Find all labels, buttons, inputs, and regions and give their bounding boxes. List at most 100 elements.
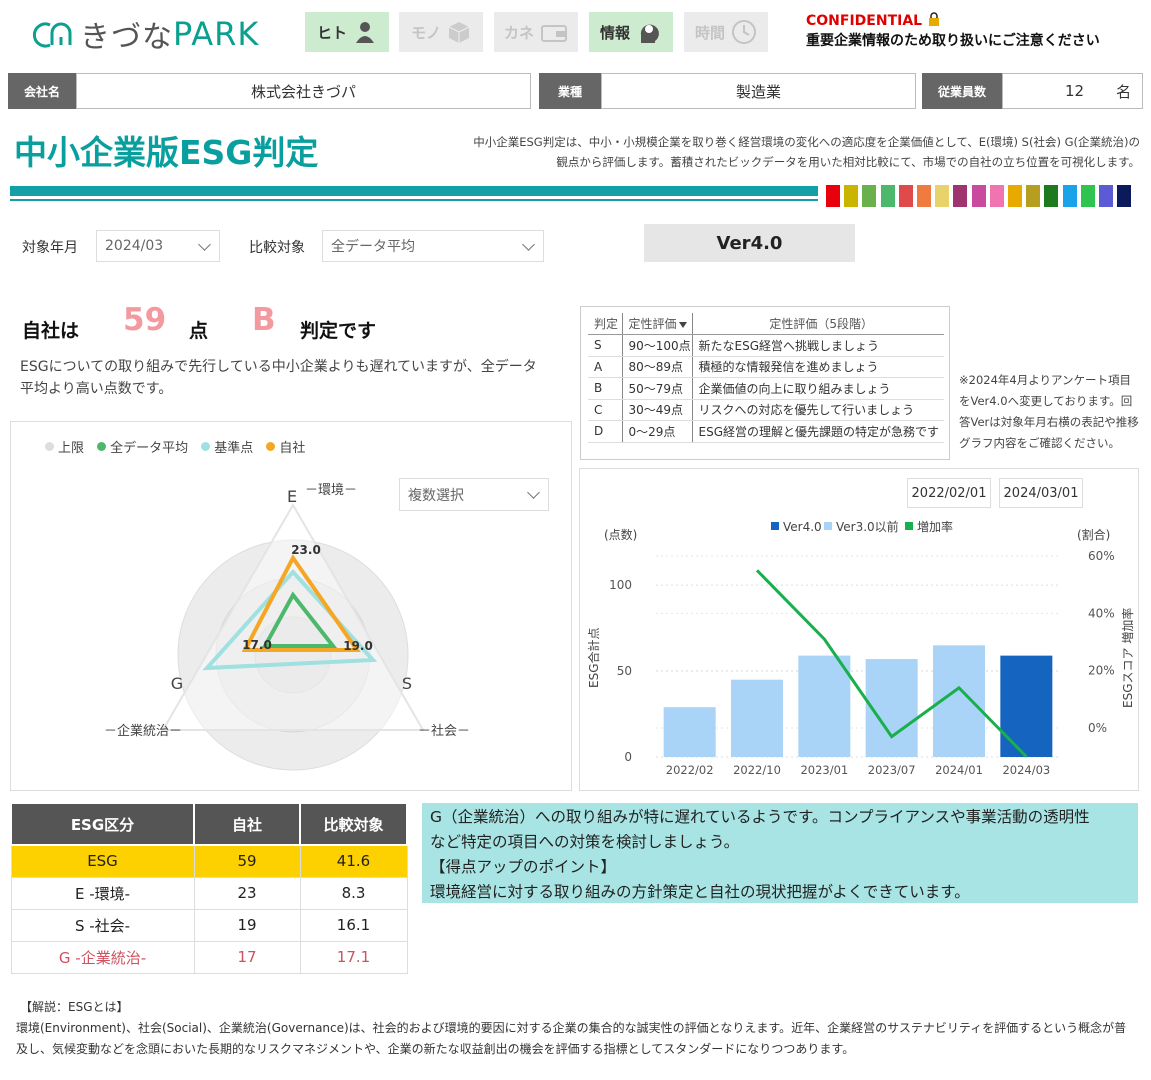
y2-tick-label: 60%: [1088, 549, 1115, 563]
logo-text-kizuna: きづな: [80, 20, 173, 55]
grade-cell: C: [588, 399, 622, 421]
score-row: ESG 59 41.6: [10, 844, 408, 878]
version-button[interactable]: Ver4.0: [644, 224, 855, 262]
result-grade: B: [252, 302, 276, 338]
compare-select[interactable]: 全データ平均: [322, 230, 544, 262]
color-swatch: [898, 185, 913, 207]
confidential-label: CONFIDENTIAL: [806, 12, 941, 29]
grade-row: D 0〜29点 ESG経営の理解と優先課題の特定が急務です: [588, 420, 944, 443]
y2-axis-ticks: 0% 20% 40% 60%: [1088, 549, 1115, 735]
nav-hito-button[interactable]: ヒト: [305, 12, 389, 52]
y-axis-ticks: 0 50 100: [609, 578, 632, 764]
nav-joho-label: 情報: [599, 23, 630, 42]
y2-axis-unit: (割合): [1077, 527, 1110, 542]
trend-chart: Ver4.0 Ver3.0以前 増加率 (点数) (割合) ESG合計点 ESG…: [586, 519, 1135, 777]
y-axis-unit: (点数): [604, 527, 637, 542]
grade-cell: 0〜29点: [621, 420, 692, 443]
industry-value: 製造業: [601, 73, 916, 109]
bar-ver3: [798, 655, 851, 757]
grade-row: B 50〜79点 企業価値の向上に取り組みましょう: [588, 377, 944, 400]
x-tick-label: 2023/07: [868, 763, 916, 777]
result-score-unit: 点: [189, 320, 209, 342]
version-note: ※2024年4月よりアンケート項目をVer4.0へ変更しております。回答Verは…: [959, 373, 1139, 450]
grade-cell: 新たなESG経営へ挑戦しましょう: [691, 334, 944, 357]
color-swatch: [1099, 185, 1113, 207]
nav-mono-button[interactable]: モノ: [399, 12, 483, 52]
advice-box: G（企業統治）への取り組みが特に遅れているようです。コンプライアンスや事業活動の…: [422, 803, 1138, 903]
color-swatch: [935, 185, 950, 207]
target-month-label: 対象年月: [22, 240, 78, 256]
date-to-input[interactable]: 2024/03/01: [999, 478, 1083, 508]
result-prefix: 自社は: [22, 320, 80, 342]
page-title: 中小企業版ESG判定: [14, 133, 319, 172]
sort-desc-icon: [678, 322, 687, 328]
radar-value-g: 17.0: [242, 638, 272, 652]
target-month-select[interactable]: 2024/03: [96, 230, 220, 262]
score-table: ESG区分 自社 比較対象 ESG 59 41.6 E -環境- 23 8.3 S -社会-…: [10, 802, 408, 974]
compare-value: 全データ平均: [331, 239, 415, 255]
score-cell: 41.6: [299, 844, 408, 878]
color-swatch: [1080, 185, 1095, 207]
app-logo[interactable]: きづな PARK: [28, 14, 260, 55]
grade-cell: A: [588, 356, 622, 378]
radar-value-s: 19.0: [343, 639, 373, 653]
bar-ver3: [663, 707, 716, 757]
date-from-input[interactable]: 2022/02/01: [907, 478, 991, 508]
score-cell: S -社会-: [10, 908, 195, 942]
color-swatch: [862, 185, 877, 207]
advice-line-1: G（企業統治）への取り組みが特に遅れているようです。コンプライアンスや事業活動の…: [430, 808, 1090, 826]
grade-cell: B: [588, 377, 622, 400]
color-swatch: [953, 185, 968, 207]
company-name-label: 会社名: [8, 73, 76, 109]
nav-mono-label: モノ: [410, 23, 441, 42]
color-swatch: [989, 185, 1004, 207]
title-underline-thin: [10, 199, 818, 201]
nav-kane-button[interactable]: カネ: [494, 12, 578, 52]
score-row: S -社会- 19 16.1: [10, 908, 408, 942]
score-row: E -環境- 23 8.3: [10, 876, 408, 910]
color-swatch: [1026, 185, 1041, 207]
color-swatch: [917, 185, 931, 207]
color-swatch: [826, 185, 840, 207]
y2-tick-label: 40%: [1088, 606, 1115, 620]
employees-label: 従業員数: [922, 73, 1002, 109]
grade-header-eval: 定性評価（5段階）: [691, 313, 944, 335]
target-month-value: 2024/03: [105, 238, 164, 254]
color-swatch: [1008, 185, 1022, 207]
clock-icon: [732, 20, 756, 44]
result-score: 59: [123, 302, 167, 338]
radar-label-social: －社会－: [418, 723, 470, 739]
grade-row: S 90〜100点 新たなESG経営へ挑戦しましょう: [588, 334, 944, 357]
radar-axis-e: E: [287, 487, 297, 506]
chevron-down-icon: [522, 238, 535, 251]
lock-icon: [928, 12, 939, 26]
grade-cell: 80〜89点: [621, 356, 692, 378]
grade-cell: 企業価値の向上に取り組みましょう: [691, 377, 944, 400]
y-tick-label: 0: [624, 750, 632, 764]
result-suffix: 判定です: [300, 320, 377, 342]
legend-swatch-ver4: [771, 522, 779, 530]
nav-joho-button[interactable]: 情報: [589, 12, 673, 52]
score-cell: ESG: [10, 844, 195, 878]
nav-jikan-button[interactable]: 時間: [684, 12, 768, 52]
nav-jikan-label: 時間: [694, 23, 725, 42]
company-name-value: 株式会社きづパ: [76, 73, 531, 109]
explain-text: 環境(Environment)、社会(Social)、企業統治(Governan…: [16, 1021, 1127, 1056]
score-header-self: 自社: [193, 802, 301, 846]
radar-value-e: 23.0: [291, 543, 321, 557]
logo-text-park: PARK: [173, 15, 260, 53]
grade-header-grade: 判定: [588, 313, 622, 335]
score-cell: 17: [193, 940, 301, 974]
score-cell: 16.1: [299, 908, 408, 942]
x-tick-label: 2024/03: [1002, 763, 1050, 777]
color-swatch: [1044, 185, 1059, 207]
advice-line-4: 環境経営に対する取り組みの方針策定と自社の現状把握がよくできています。: [430, 883, 970, 901]
radar-axis-s: S: [402, 674, 412, 693]
employees-count: 12: [1065, 82, 1085, 100]
trend-grid: [656, 555, 1060, 758]
wallet-icon: [541, 25, 567, 42]
bar-ver3: [731, 679, 783, 757]
advice-line-3: 【得点アップのポイント】: [430, 858, 617, 876]
grade-header-score[interactable]: 定性評価: [621, 313, 692, 335]
grade-cell: D: [588, 420, 622, 443]
